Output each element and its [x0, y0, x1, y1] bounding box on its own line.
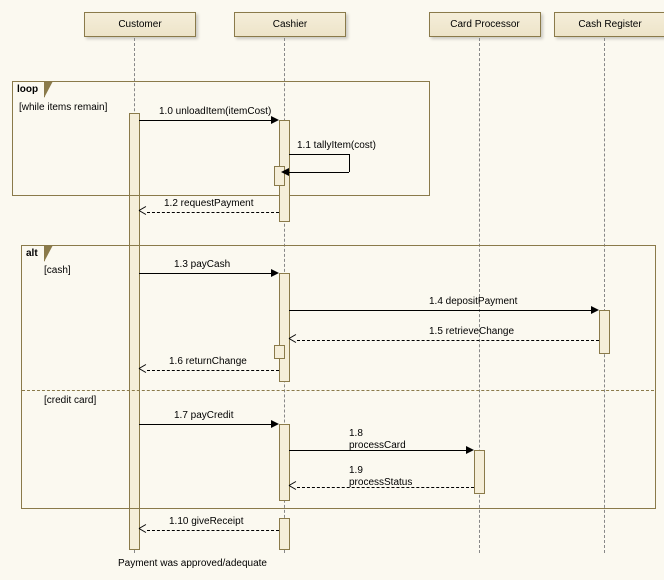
message-label: 1.10 giveReceipt — [169, 516, 244, 527]
message-label: 1.5 retrieveChange — [429, 326, 514, 337]
message-processcard: 1.8 processCard — [289, 438, 474, 452]
message-label: 1.1 tallyItem(cost) — [297, 140, 376, 151]
fragment-label: loop — [17, 84, 38, 95]
message-requestpayment: 1.2 requestPayment — [139, 200, 279, 214]
activation-cardprocessor — [474, 450, 485, 494]
lifeline-card-processor: Card Processor — [429, 12, 541, 37]
fragment-tab-loop: loop — [12, 81, 45, 97]
message-label: 1.4 depositPayment — [429, 296, 517, 307]
message-label: 1.7 payCredit — [174, 410, 233, 421]
message-label: 1.2 requestPayment — [164, 198, 254, 209]
activation-cashier-credit — [279, 424, 290, 501]
message-label: 1.6 returnChange — [169, 356, 247, 367]
message-returnchange: 1.6 returnChange — [139, 358, 279, 372]
guard-cash: [cash] — [44, 265, 71, 276]
alt-divider — [22, 390, 654, 391]
fragment-loop: loop — [12, 81, 430, 196]
message-processstatus: 1.9 processStatus — [289, 475, 474, 489]
fragment-tab-alt: alt — [21, 245, 45, 261]
lifeline-label: Customer — [118, 19, 161, 30]
lifeline-label: Card Processor — [450, 19, 519, 30]
message-num: 1.8 — [349, 428, 363, 439]
message-paycredit: 1.7 payCredit — [139, 412, 279, 426]
lifeline-label: Cashier — [273, 19, 307, 30]
message-label: 1.3 payCash — [174, 259, 230, 270]
guard-loop: [while items remain] — [19, 102, 107, 113]
fragment-label: alt — [26, 248, 38, 259]
message-unloaditem: 1.0 unloadItem(itemCost) — [139, 108, 279, 122]
message-label: 1.0 unloadItem(itemCost) — [159, 106, 271, 117]
note-payment: Payment was approved/adequate — [118, 558, 267, 569]
fragment-alt: alt — [21, 245, 656, 509]
message-depositpayment: 1.4 depositPayment — [289, 298, 599, 312]
message-givereceipt: 1.10 giveReceipt — [139, 518, 279, 532]
message-paycash: 1.3 payCash — [139, 261, 279, 275]
message-tallyitem: 1.1 tallyItem(cost) — [289, 142, 369, 156]
lifeline-customer: Customer — [84, 12, 196, 37]
lifeline-label: Cash Register — [578, 19, 641, 30]
guard-credit: [credit card] — [44, 395, 96, 406]
activation-cashier-change — [274, 345, 285, 359]
lifeline-cash-register: Cash Register — [554, 12, 664, 37]
activation-cashregister — [599, 310, 610, 354]
activation-cashier-receipt — [279, 518, 290, 550]
message-num: 1.9 — [349, 465, 363, 476]
lifeline-cashier: Cashier — [234, 12, 346, 37]
message-retrievechange: 1.5 retrieveChange — [289, 328, 599, 342]
